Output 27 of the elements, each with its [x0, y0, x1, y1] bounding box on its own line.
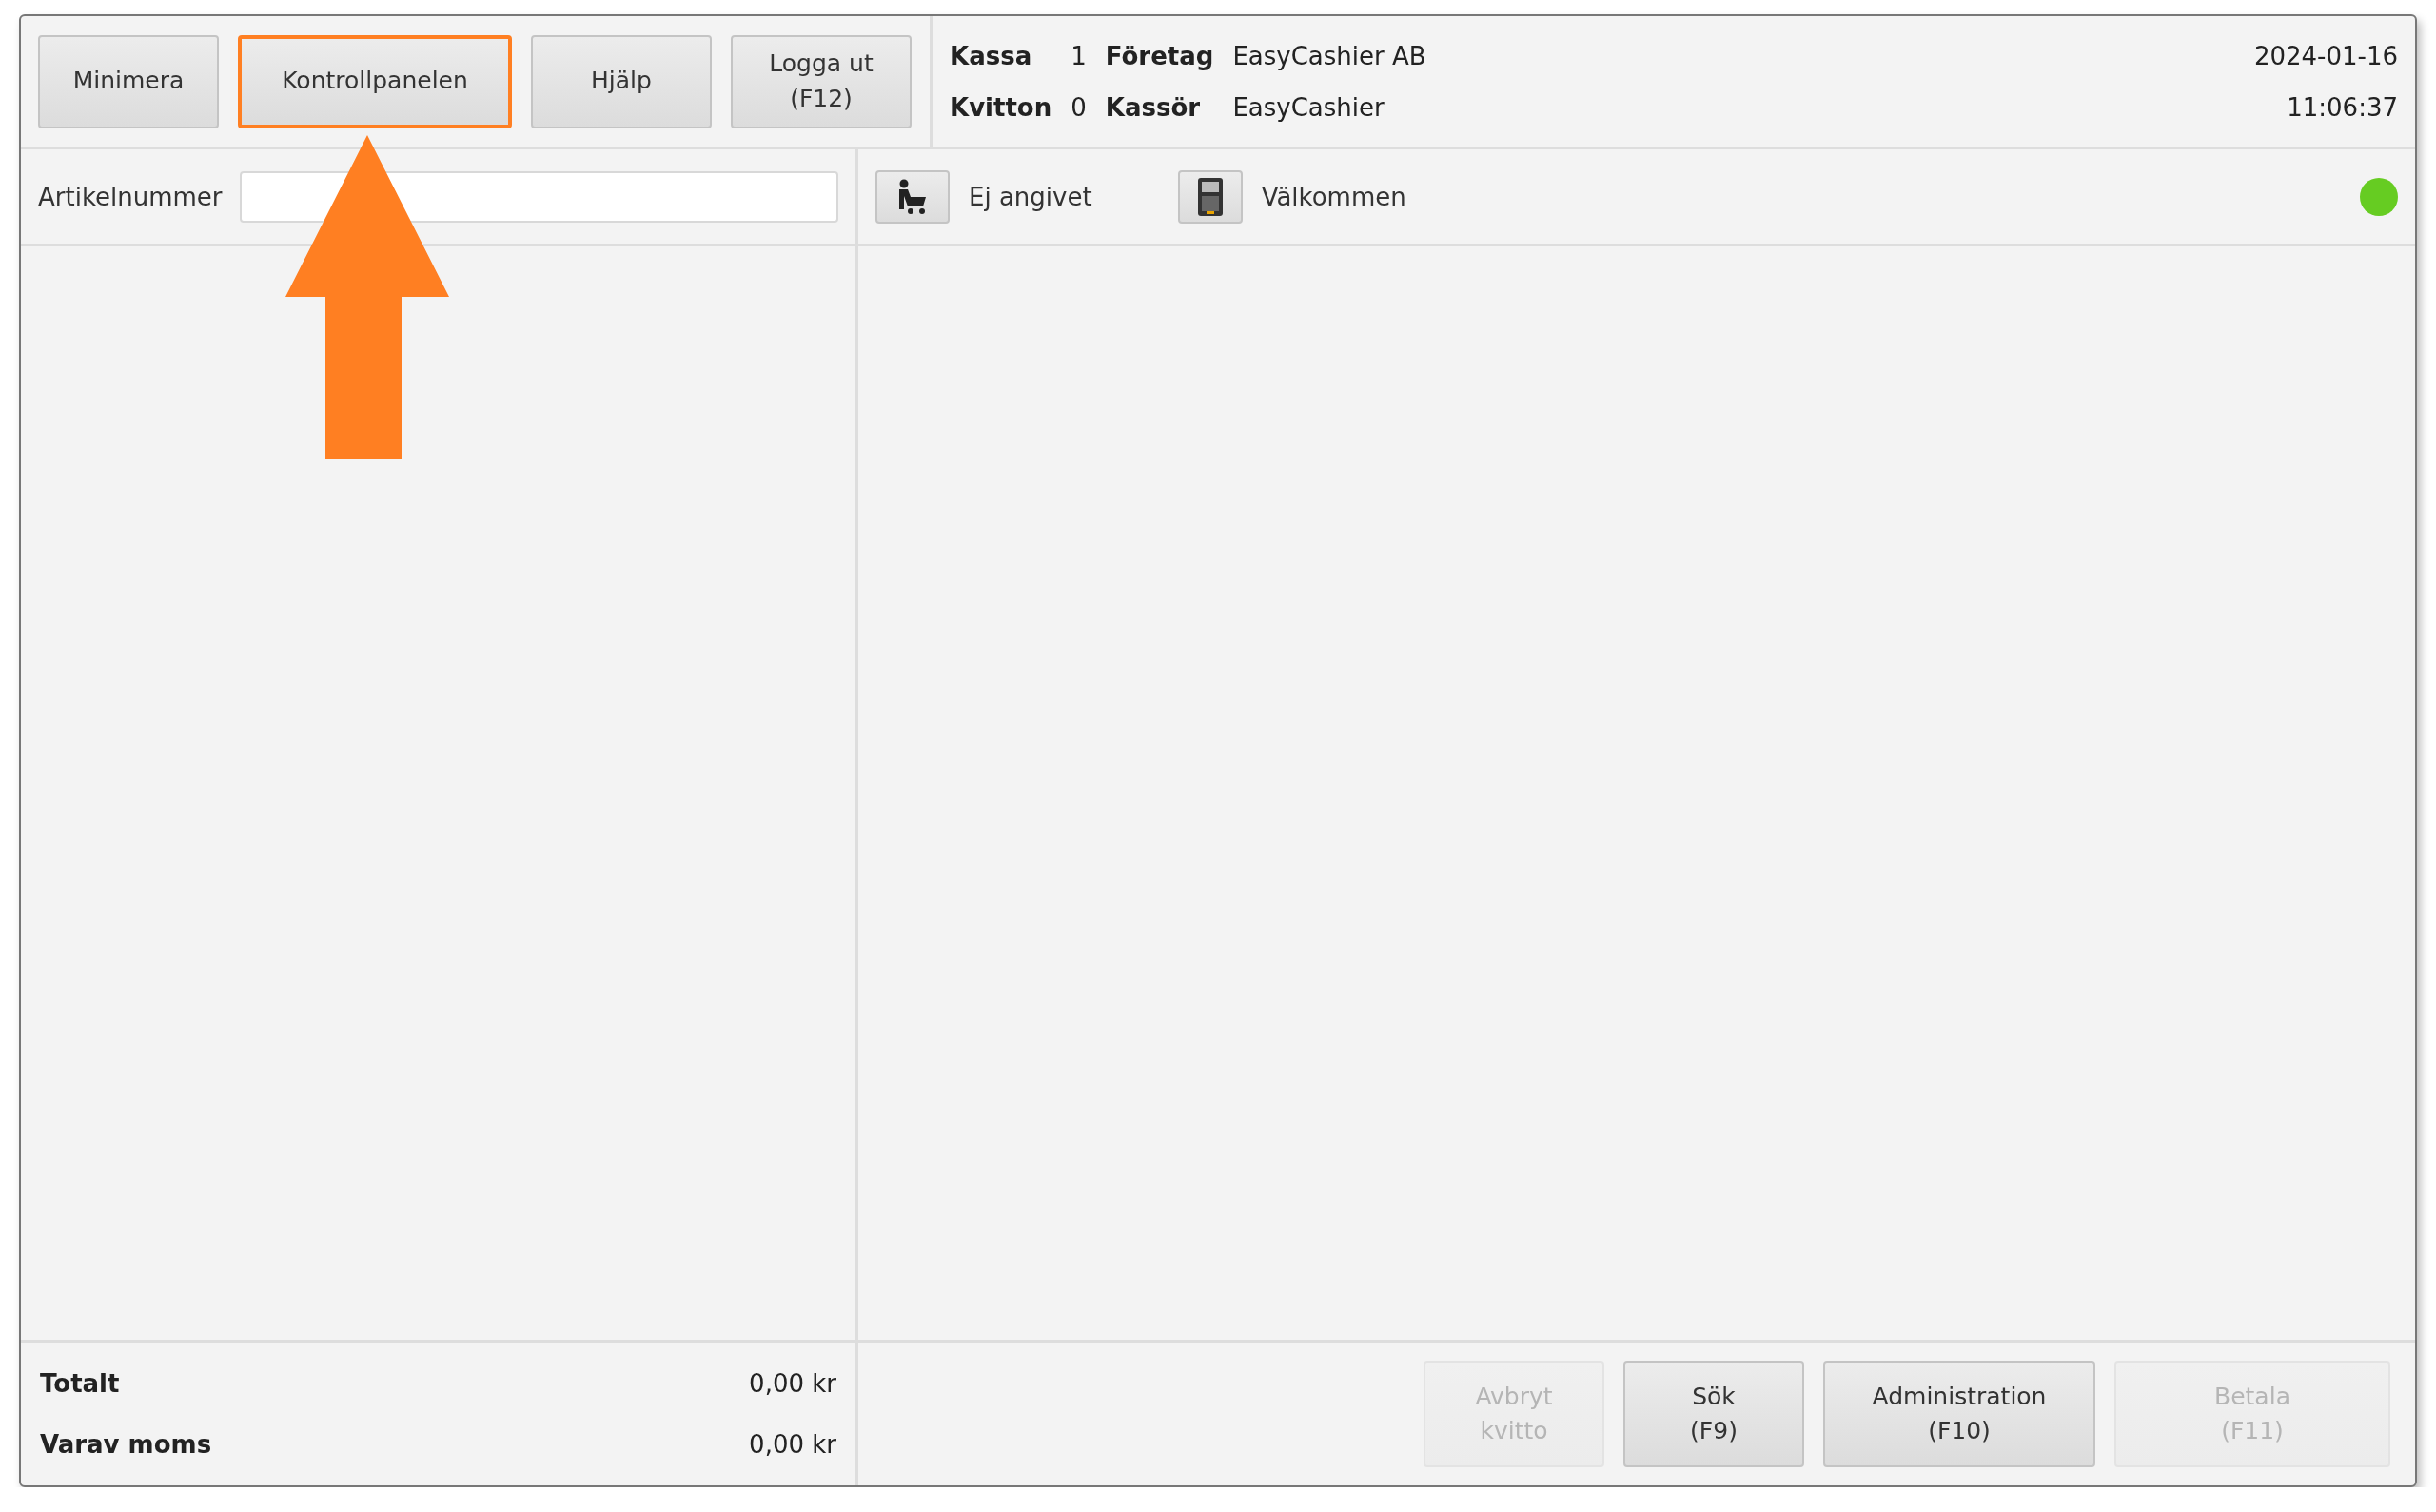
- kassa-value: 1: [1071, 41, 1087, 70]
- terminal-button[interactable]: [1177, 169, 1243, 224]
- toolbar-button[interactable]: Minimera: [38, 34, 219, 128]
- toolbar-button[interactable]: Hjälp: [531, 34, 712, 128]
- cashier-value: EasyCashier: [1232, 92, 1385, 122]
- article-number-label: Artikelnummer: [38, 182, 223, 211]
- company-value: EasyCashier AB: [1232, 41, 1427, 70]
- card-terminal-icon: [1197, 177, 1223, 216]
- total-value: 0,00 kr: [749, 1369, 836, 1398]
- total-label: Varav moms: [40, 1430, 213, 1459]
- customer-text: Ej angivet: [969, 182, 1092, 211]
- receipts-value: 0: [1071, 92, 1087, 122]
- customer-button[interactable]: [875, 169, 950, 224]
- action-button[interactable]: Sök (F9): [1623, 1361, 1804, 1467]
- action-button[interactable]: Administration (F10): [1823, 1361, 2095, 1467]
- kassa-label: Kassa: [950, 41, 1033, 70]
- article-number-field[interactable]: [239, 170, 838, 223]
- total-value: 0,00 kr: [749, 1430, 836, 1459]
- terminal-text: Välkommen: [1261, 182, 1406, 211]
- time-text: 11:06:37: [2286, 92, 2398, 122]
- date-text: 2024-01-16: [2253, 41, 2398, 70]
- receipts-label: Kvitton: [950, 92, 1052, 122]
- cashier-label: Kassör: [1105, 92, 1202, 122]
- company-label: Företag: [1105, 41, 1214, 70]
- toolbar-button[interactable]: Logga ut (F12): [731, 34, 912, 128]
- total-label: Totalt: [40, 1369, 121, 1398]
- toolbar-button[interactable]: Kontrollpanelen: [238, 34, 512, 128]
